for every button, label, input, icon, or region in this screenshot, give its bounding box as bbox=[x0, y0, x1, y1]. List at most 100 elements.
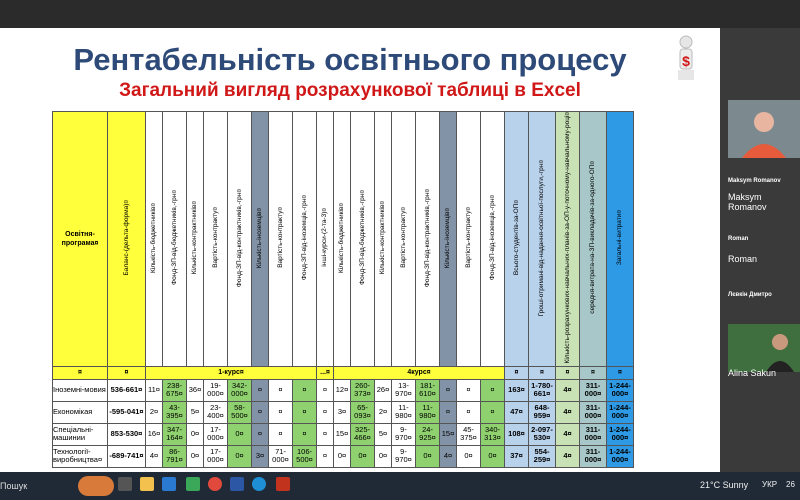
group-cell: ¤ bbox=[579, 365, 607, 380]
search-highlight-icon bbox=[78, 476, 114, 496]
person-avatar-icon bbox=[728, 100, 800, 158]
table-cell: 0¤ bbox=[480, 444, 505, 468]
table-cell: ¤ bbox=[268, 378, 293, 402]
participant-name: Roman bbox=[728, 254, 758, 264]
header-cell: Фонд-ЗП-від-іноземців,-грн¤ bbox=[292, 111, 317, 367]
table-cell: ¤ bbox=[316, 444, 334, 468]
program-name-cell: Спеціальні-машинии bbox=[52, 422, 108, 446]
table-cell: 45-375¤ bbox=[456, 422, 481, 446]
powerpoint-icon[interactable] bbox=[276, 477, 290, 491]
table-cell: ¤ bbox=[456, 378, 481, 402]
table-cell: 36¤ bbox=[186, 378, 204, 402]
table-cell: 4¤ bbox=[145, 444, 163, 468]
clock[interactable]: 26 bbox=[786, 480, 795, 489]
table-cell: 0¤ bbox=[456, 444, 481, 468]
language-indicator[interactable]: УКР bbox=[762, 480, 777, 489]
table-cell: 311-000¤ bbox=[579, 444, 607, 468]
table-cell: 3¤ bbox=[333, 400, 351, 424]
table-cell: 26¤ bbox=[374, 378, 392, 402]
header-cell: Кількість-бюджетників¤ bbox=[145, 111, 163, 367]
table-body: Іноземні-мовия 536-661¤ 11¤ 238-675¤ 36¤ 19-0… bbox=[52, 378, 634, 468]
table-cell: 0¤ bbox=[186, 422, 204, 446]
table-row: Спеціальні-машинии 853-530¤ 16¤ 347-164¤ 0¤ 1… bbox=[52, 422, 634, 446]
table-cell: 15¤ bbox=[439, 422, 457, 446]
table-cell: 4¤ bbox=[555, 422, 580, 446]
edge-icon[interactable] bbox=[252, 477, 266, 491]
header-cell: Вартість-контракту¤ bbox=[391, 111, 416, 367]
table-cell: 536-661¤ bbox=[107, 378, 146, 402]
header-cell: Кількість-розрахункових-навчальних-плані… bbox=[555, 111, 580, 367]
table-cell: ¤ bbox=[251, 378, 269, 402]
header-program: Освітня-програма¤ bbox=[52, 111, 108, 367]
participant-4[interactable]: Alina Sakun bbox=[728, 368, 800, 378]
table-cell: 853-530¤ bbox=[107, 422, 146, 446]
table-cell: 2¤ bbox=[374, 400, 392, 424]
store-icon[interactable] bbox=[162, 477, 176, 491]
table-cell: 342-000¤ bbox=[227, 378, 252, 402]
group-cell: ¤ bbox=[606, 365, 634, 380]
table-cell: 163¤ bbox=[504, 378, 529, 402]
header-cell: Кількість-іноземців¤ bbox=[439, 111, 457, 367]
table-cell: 37¤ bbox=[504, 444, 529, 468]
group-cell: ¤ bbox=[107, 365, 146, 380]
word-icon[interactable] bbox=[230, 477, 244, 491]
table-cell: ¤ bbox=[316, 378, 334, 402]
table-cell: 181-610¤ bbox=[415, 378, 440, 402]
table-cell: ¤ bbox=[292, 400, 317, 424]
table-cell: 260-373¤ bbox=[350, 378, 375, 402]
header-balance: Баланс-(дельта-форма)¤ bbox=[107, 111, 146, 367]
table-cell: -595-041¤ bbox=[107, 400, 146, 424]
table-cell: 4¤ bbox=[555, 400, 580, 424]
participant-name: Alina Sakun bbox=[728, 368, 777, 378]
program-name-cell: Технології-виробництва¤ bbox=[52, 444, 108, 468]
table-cell: 347-164¤ bbox=[162, 422, 187, 446]
table-cell: 311-000¤ bbox=[579, 422, 607, 446]
table-cell: 4¤ bbox=[555, 444, 580, 468]
participant-video-4[interactable] bbox=[728, 324, 800, 372]
excel-icon[interactable] bbox=[186, 477, 200, 491]
table-cell: 4¤ bbox=[555, 378, 580, 402]
table-cell: 13-970¤ bbox=[391, 378, 416, 402]
table-cell: 0¤ bbox=[333, 444, 351, 468]
participant-1[interactable]: Maksym Romanov Maksym Romanov bbox=[728, 178, 800, 212]
table-cell: 3¤ bbox=[251, 444, 269, 468]
header-cell: Вартість-контракту¤ bbox=[203, 111, 228, 367]
chrome-icon[interactable] bbox=[208, 477, 222, 491]
weather-widget[interactable]: 21°C Sunny bbox=[700, 480, 748, 490]
task-view-icon[interactable] bbox=[118, 477, 132, 491]
search-box[interactable]: Пошук bbox=[0, 481, 27, 491]
logo-figure-icon: $ bbox=[678, 35, 694, 80]
header-cell: Фонд-ЗП-від-іноземців,-грн¤ bbox=[480, 111, 505, 367]
header-cell: Фонд-ЗП-від-бюджетників,-грн¤ bbox=[350, 111, 375, 367]
table-cell: ¤ bbox=[456, 400, 481, 424]
table-cell: ¤ bbox=[480, 378, 505, 402]
table-cell: 311-000¤ bbox=[579, 400, 607, 424]
participant-name: Maksym Romanov bbox=[728, 192, 767, 212]
table-cell: -689-741¤ bbox=[107, 444, 146, 468]
table-cell: 325-466¤ bbox=[350, 422, 375, 446]
group-cell: ¤ bbox=[555, 365, 580, 380]
table-cell: 0¤ bbox=[227, 422, 252, 446]
header-cell: Загальні-витрати¤ bbox=[606, 111, 634, 367]
file-explorer-icon[interactable] bbox=[140, 477, 154, 491]
table-cell: 2¤ bbox=[145, 400, 163, 424]
group-label-fourth: 4курс¤ bbox=[333, 365, 505, 380]
table-cell: 17-000¤ bbox=[203, 444, 228, 468]
header-cell: середня-витрата-на-ЗП-викладачів-за-одно… bbox=[579, 111, 607, 367]
table-row: Економікая -595-041¤ 2¤ 43-395¤ 5¤ 23-400¤ 58-… bbox=[52, 400, 634, 424]
calculation-table: Освітня-програма¤ Баланс-(дельта-форма)¤… bbox=[52, 111, 634, 468]
participant-3[interactable]: Лєвкін Дмитро bbox=[728, 292, 800, 298]
table-cell: 1-244-000¤ bbox=[606, 422, 634, 446]
table-cell: 9-970¤ bbox=[391, 422, 416, 446]
table-cell: 65-093¤ bbox=[350, 400, 375, 424]
participant-video-1[interactable] bbox=[728, 100, 800, 158]
person-avatar-icon bbox=[728, 324, 800, 372]
table-cell: 11-980¤ bbox=[415, 400, 440, 424]
group-label-dots: ...¤ bbox=[316, 365, 334, 380]
table-cell: ¤ bbox=[268, 422, 293, 446]
table-cell: ¤ bbox=[439, 378, 457, 402]
table-cell: 238-675¤ bbox=[162, 378, 187, 402]
participant-2[interactable]: Roman Roman bbox=[728, 236, 800, 264]
table-cell: 1-244-000¤ bbox=[606, 400, 634, 424]
table-cell: 43-395¤ bbox=[162, 400, 187, 424]
